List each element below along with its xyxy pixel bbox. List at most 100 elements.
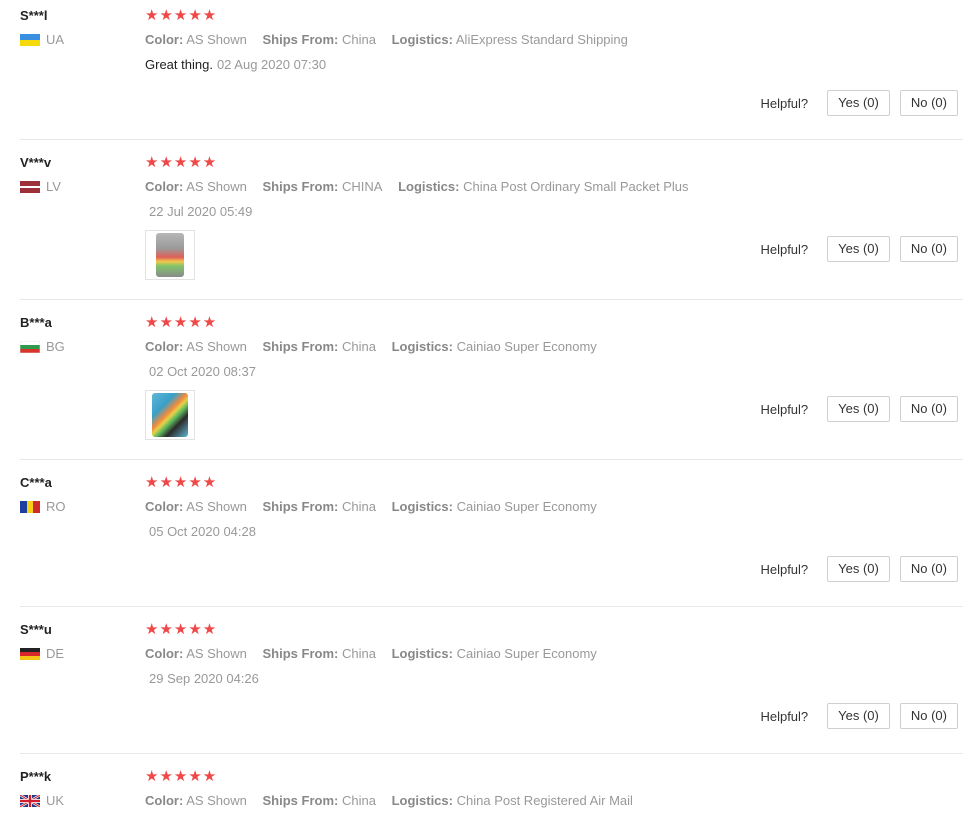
buyer-country: RO <box>20 499 66 514</box>
star-rating: ★★★★★ <box>145 154 218 171</box>
helpful-no-button[interactable]: No (0) <box>899 236 958 262</box>
de-flag-icon <box>20 647 40 660</box>
buyer-country: DE <box>20 646 64 661</box>
helpful-label: Helpful? <box>760 95 809 111</box>
color-label: Color: <box>145 32 184 47</box>
country-code: DE <box>46 646 65 661</box>
country-code: UA <box>46 32 65 47</box>
helpful-label: Helpful? <box>760 241 809 257</box>
ships-from-label: Ships From: <box>262 499 339 514</box>
buyer-country: LV <box>20 179 61 194</box>
ships-from-label: Ships From: <box>262 646 339 661</box>
review-divider <box>20 299 963 300</box>
helpful-yes-button[interactable]: Yes (0) <box>827 556 890 582</box>
review-divider <box>20 753 963 754</box>
color-label: Color: <box>145 793 184 808</box>
buyer-name: V***v <box>20 155 52 170</box>
logistics-label: Logistics: <box>391 339 453 354</box>
star-rating: ★★★★★ <box>145 314 218 331</box>
logistics-label: Logistics: <box>391 646 453 661</box>
ships-from-value: China <box>341 32 376 47</box>
review-date: 02 Aug 2020 07:30 <box>216 57 327 72</box>
helpful-yes-button[interactable]: Yes (0) <box>827 703 890 729</box>
color-label: Color: <box>145 646 184 661</box>
helpful-label: Helpful? <box>760 401 809 417</box>
logistics-value: Cainiao Super Economy <box>456 499 597 514</box>
color-value: AS Shown <box>186 32 247 47</box>
color-label: Color: <box>145 179 184 194</box>
helpful-yes-button[interactable]: Yes (0) <box>827 90 890 116</box>
color-label: Color: <box>145 339 184 354</box>
buyer-country: UA <box>20 32 64 47</box>
review-photo-thumbnail[interactable] <box>145 230 195 280</box>
review-text: Great thing. <box>145 57 213 72</box>
ships-from-value: China <box>341 793 376 808</box>
logistics-value: China Post Ordinary Small Packet Plus <box>463 179 689 194</box>
country-code: LV <box>46 179 61 194</box>
helpful-label: Helpful? <box>760 561 809 577</box>
ships-from-value: China <box>341 646 376 661</box>
color-value: AS Shown <box>186 339 247 354</box>
helpful-no-button[interactable]: No (0) <box>899 396 958 422</box>
color-value: AS Shown <box>186 646 247 661</box>
review-feedback: 05 Oct 2020 04:28 <box>145 524 256 539</box>
ships-from-value: CHINA <box>341 179 383 194</box>
ships-from-label: Ships From: <box>262 339 339 354</box>
helpful-vote: Helpful? Yes (0) No (0) <box>760 236 958 262</box>
order-info: Color: AS Shown Ships From: China Logist… <box>145 339 609 354</box>
helpful-yes-button[interactable]: Yes (0) <box>827 236 890 262</box>
ships-from-value: China <box>341 499 376 514</box>
helpful-no-button[interactable]: No (0) <box>899 556 958 582</box>
helpful-no-button[interactable]: No (0) <box>899 90 958 116</box>
color-value: AS Shown <box>186 793 247 808</box>
country-code: BG <box>46 339 65 354</box>
star-rating: ★★★★★ <box>145 621 218 638</box>
logistics-value: Cainiao Super Economy <box>456 646 597 661</box>
order-info: Color: AS Shown Ships From: China Logist… <box>145 499 609 514</box>
helpful-yes-button[interactable]: Yes (0) <box>827 396 890 422</box>
star-rating: ★★★★★ <box>145 768 218 785</box>
review-date: 29 Sep 2020 04:26 <box>149 671 259 686</box>
helpful-vote: Helpful? Yes (0) No (0) <box>760 396 958 422</box>
color-value: AS Shown <box>186 179 247 194</box>
review-divider <box>20 139 963 140</box>
helpful-no-button[interactable]: No (0) <box>899 703 958 729</box>
ships-from-value: China <box>341 339 376 354</box>
buyer-name: B***a <box>20 315 52 330</box>
ships-from-label: Ships From: <box>262 179 339 194</box>
logistics-label: Logistics: <box>391 499 453 514</box>
buyer-country: UK <box>20 793 64 808</box>
buyer-name: P***k <box>20 769 52 784</box>
ships-from-label: Ships From: <box>262 793 339 808</box>
uk-flag-icon <box>20 794 40 807</box>
ua-flag-icon <box>20 33 40 46</box>
review-feedback: Great thing. 02 Aug 2020 07:30 <box>145 57 326 72</box>
helpful-vote: Helpful? Yes (0) No (0) <box>760 90 958 116</box>
ships-from-label: Ships From: <box>262 32 339 47</box>
color-value: AS Shown <box>186 499 247 514</box>
buyer-country: BG <box>20 339 65 354</box>
order-info: Color: AS Shown Ships From: CHINA Logist… <box>145 179 701 194</box>
review-date: 22 Jul 2020 05:49 <box>149 204 253 219</box>
star-rating: ★★★★★ <box>145 474 218 491</box>
logistics-value: China Post Registered Air Mail <box>456 793 633 808</box>
review-divider <box>20 459 963 460</box>
review-feedback: 02 Oct 2020 08:37 <box>145 364 256 379</box>
logistics-value: Cainiao Super Economy <box>456 339 597 354</box>
star-rating: ★★★★★ <box>145 7 218 24</box>
country-code: UK <box>46 793 65 808</box>
ro-flag-icon <box>20 500 40 513</box>
buyer-name: S***l <box>20 8 48 23</box>
logistics-label: Logistics: <box>391 32 453 47</box>
helpful-label: Helpful? <box>760 708 809 724</box>
color-label: Color: <box>145 499 184 514</box>
bg-flag-icon <box>20 340 40 353</box>
order-info: Color: AS Shown Ships From: China Logist… <box>145 646 609 661</box>
logistics-label: Logistics: <box>391 793 453 808</box>
review-date: 05 Oct 2020 04:28 <box>149 524 256 539</box>
buyer-name: C***a <box>20 475 52 490</box>
country-code: RO <box>46 499 66 514</box>
review-feedback: 29 Sep 2020 04:26 <box>145 671 259 686</box>
order-info: Color: AS Shown Ships From: China Logist… <box>145 793 645 808</box>
review-photo-thumbnail[interactable] <box>145 390 195 440</box>
